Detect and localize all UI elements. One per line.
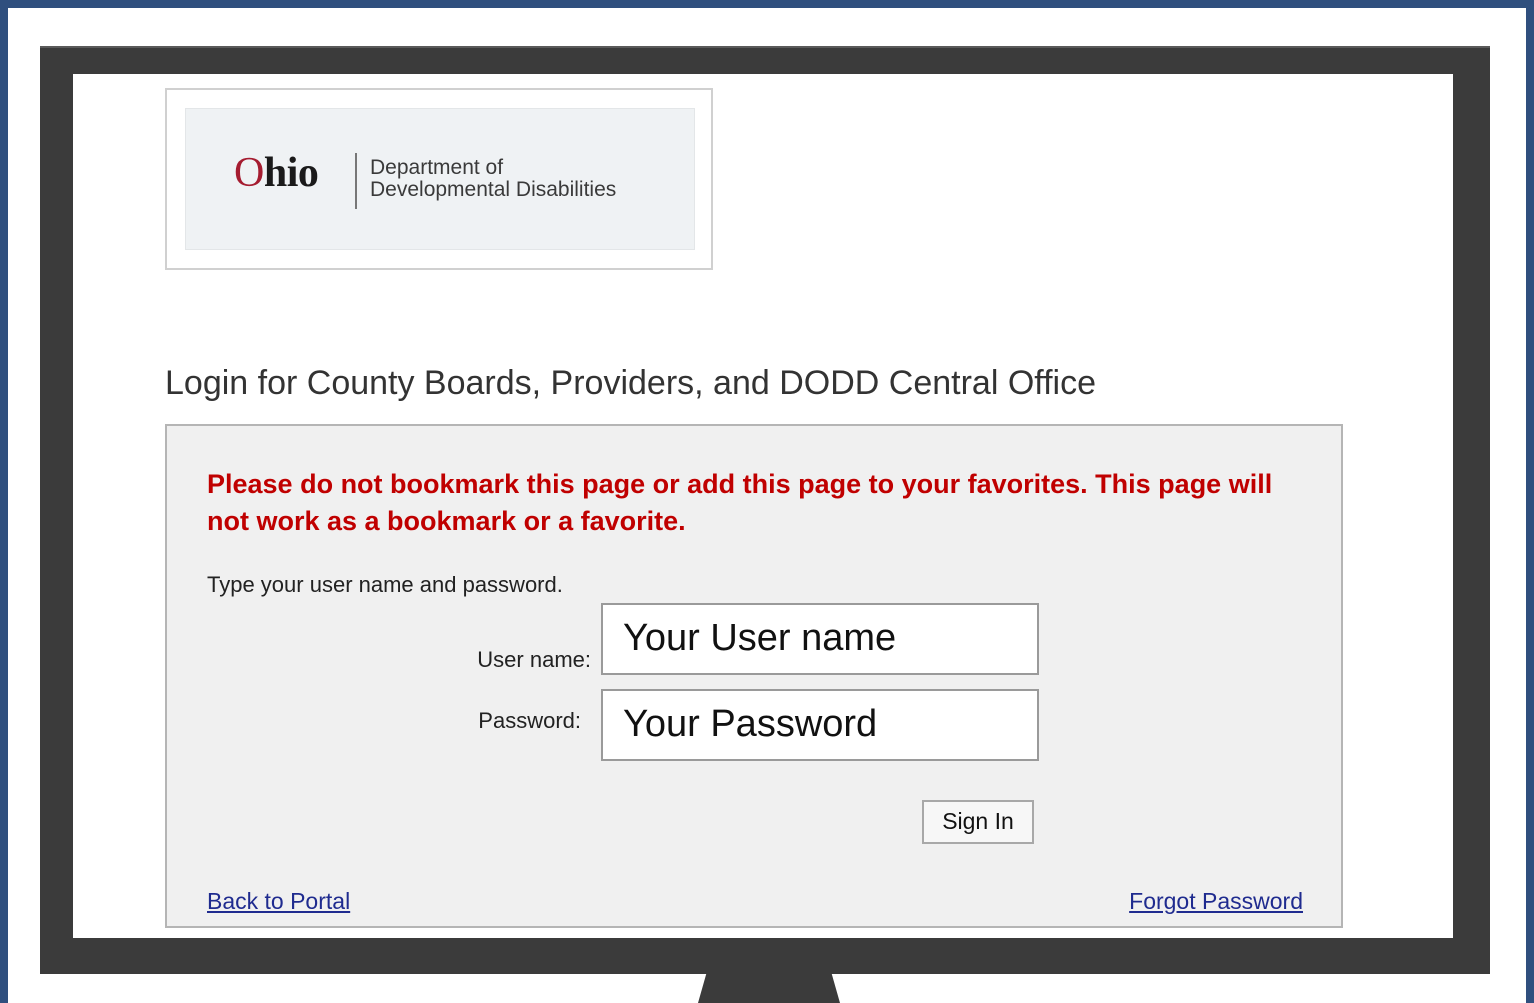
username-input[interactable]: Your User name	[601, 603, 1039, 675]
login-instruction: Type your user name and password.	[207, 572, 563, 597]
page-title: Login for County Boards, Providers, and …	[165, 364, 1097, 402]
dodd-logo: Ohio Department of Developmental Disabil…	[165, 88, 713, 270]
logo-dept-line1: Department of	[370, 156, 504, 179]
logo-divider	[355, 153, 357, 209]
logo-background: Ohio Department of Developmental Disabil…	[185, 108, 695, 250]
bookmark-warning: Please do not bookmark this page or add …	[207, 469, 1273, 536]
password-input[interactable]: Your Password	[601, 689, 1039, 761]
logo-ohio-o: O	[234, 150, 264, 196]
forgot-password-link[interactable]: Forgot Password	[1129, 888, 1303, 915]
logo-department-name: Department of Developmental Disabilities	[370, 157, 616, 201]
monitor-stand	[698, 973, 840, 1003]
monitor-screen: Ohio Department of Developmental Disabil…	[73, 74, 1453, 938]
sign-in-button[interactable]: Sign In	[922, 800, 1034, 844]
password-label: Password:	[478, 708, 581, 733]
logo-ohio-rest: hio	[263, 150, 319, 196]
username-label: User name:	[477, 647, 591, 672]
logo-ohio-wordmark: Ohio	[234, 149, 319, 197]
back-to-portal-link[interactable]: Back to Portal	[207, 888, 350, 915]
login-panel: Please do not bookmark this page or add …	[165, 424, 1343, 928]
logo-dept-line2: Developmental Disabilities	[370, 178, 617, 201]
